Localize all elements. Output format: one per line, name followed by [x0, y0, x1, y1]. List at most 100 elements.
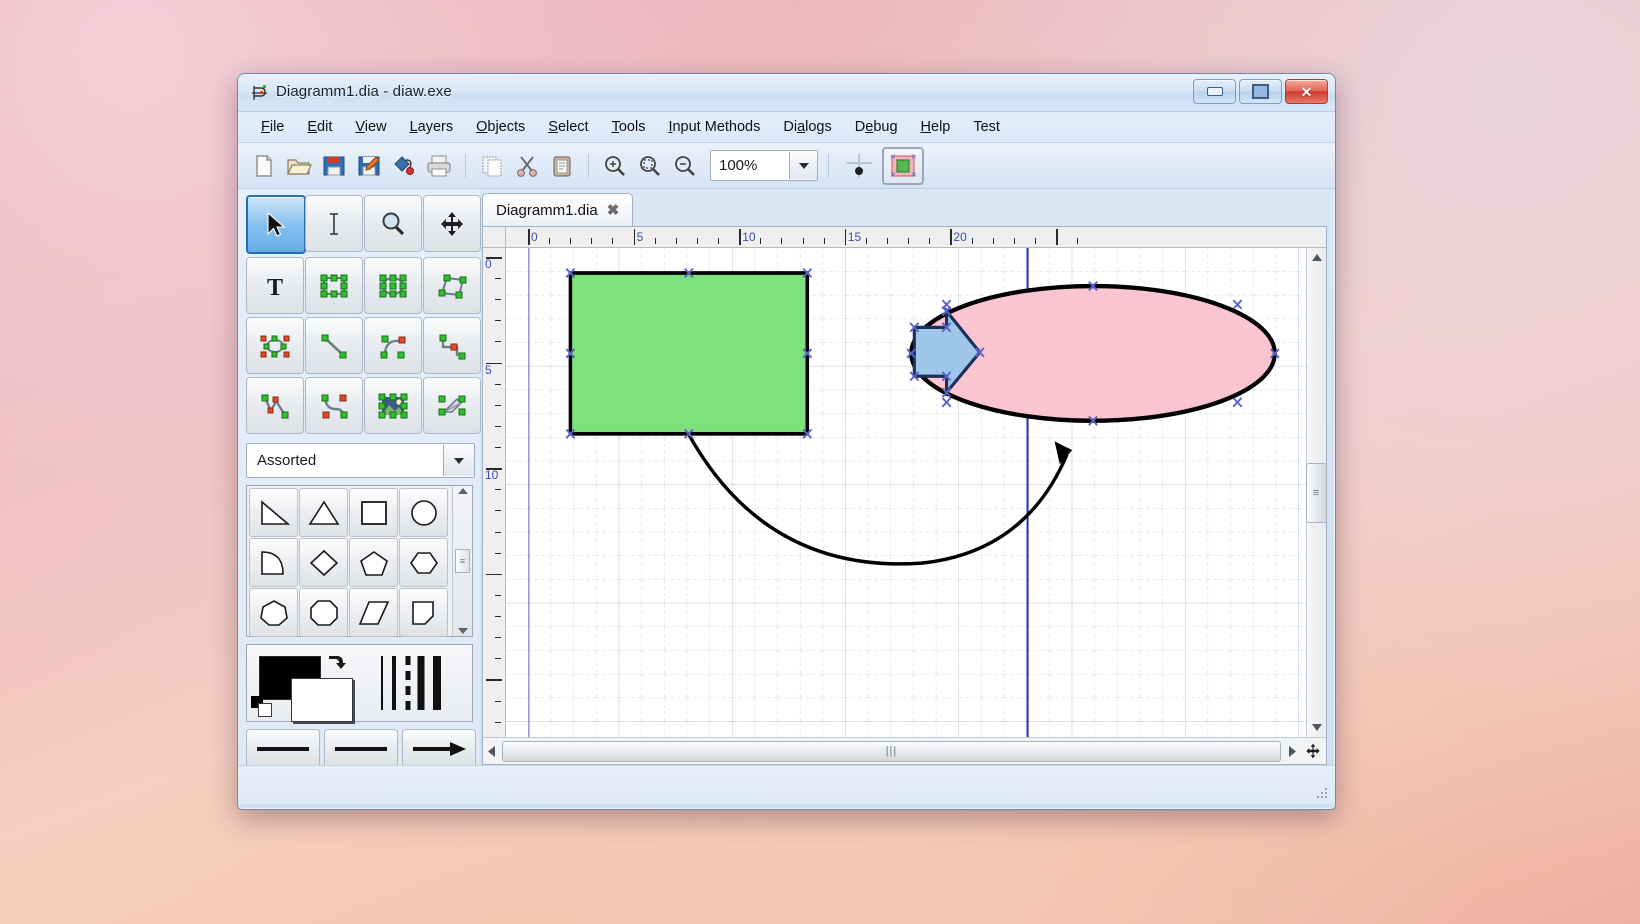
ruler-tick	[781, 238, 783, 244]
scroll-down-icon[interactable]	[457, 628, 468, 634]
text-edit-tool-button[interactable]	[305, 195, 363, 252]
background-color-swatch[interactable]	[291, 678, 353, 722]
zoom-dropdown-button[interactable]	[789, 152, 817, 179]
new-button[interactable]	[248, 150, 280, 182]
diamond-shape-button[interactable]	[299, 538, 348, 587]
horizontal-scroll-track[interactable]: |||	[502, 740, 1281, 762]
outline-tool-button[interactable]	[423, 377, 481, 434]
menu-item-tools[interactable]: Tools	[601, 115, 657, 139]
menu-item-dialogs[interactable]: Dialogs	[772, 115, 842, 139]
arrow-end-button[interactable]	[402, 729, 476, 769]
menu-item-view[interactable]: View	[344, 115, 397, 139]
swap-colors-icon[interactable]	[325, 650, 349, 670]
scroll-up-icon[interactable]	[457, 488, 468, 494]
export-button[interactable]	[388, 150, 420, 182]
menu-item-edit[interactable]: Edit	[296, 115, 343, 139]
snap-to-grid-button[interactable]	[839, 148, 879, 184]
triangle-up-icon	[1311, 254, 1322, 261]
scroll-tool-button[interactable]	[423, 195, 481, 252]
hexagon-shape-button[interactable]	[399, 538, 448, 587]
text-tool-button[interactable]: T	[246, 257, 304, 314]
menu-item-debug[interactable]: Debug	[844, 115, 909, 139]
horizontal-scrollbar[interactable]: |||	[483, 737, 1326, 764]
tab-diagramm1[interactable]: Diagramm1.dia ✖	[482, 193, 634, 226]
scroll-right-button[interactable]	[1283, 742, 1300, 761]
octagon-shape-button[interactable]	[299, 588, 348, 637]
close-button[interactable]: ✕	[1285, 79, 1328, 104]
save-as-button[interactable]	[353, 150, 385, 182]
zoom-value[interactable]: 100%	[711, 152, 789, 179]
scroll-up-button[interactable]	[1308, 248, 1325, 267]
save-button[interactable]	[318, 150, 350, 182]
pentagon-shape-button[interactable]	[349, 538, 398, 587]
beziergon-tool-button[interactable]	[246, 317, 304, 374]
modify-tool-button[interactable]	[246, 195, 306, 254]
vertical-scrollbar[interactable]: ≡	[1306, 248, 1327, 737]
pan-button[interactable]	[1300, 742, 1326, 760]
print-button[interactable]	[423, 150, 455, 182]
arc-tool-button[interactable]	[364, 317, 422, 374]
chevron-down-icon	[454, 457, 464, 464]
menu-item-input-methods[interactable]: Input Methods	[657, 115, 771, 139]
drawing-canvas[interactable]	[506, 248, 1306, 737]
scroll-left-button[interactable]	[483, 742, 500, 761]
zoom-in-button[interactable]	[599, 150, 631, 182]
horizontal-grip-icon: |||	[885, 745, 898, 757]
line-style-selector[interactable]	[377, 654, 449, 712]
polyline-tool-button[interactable]	[246, 377, 304, 434]
tab-close-icon[interactable]: ✖	[607, 201, 620, 219]
sheet-selected-value[interactable]: Assorted	[247, 452, 443, 469]
vertical-grip-icon: ≡	[1312, 486, 1321, 499]
sheet-combobox[interactable]: Assorted	[246, 443, 475, 478]
zoom-combobox[interactable]: 100%	[710, 150, 818, 181]
parallelogram-shape-button[interactable]	[349, 588, 398, 637]
sheet-dropdown-button[interactable]	[443, 445, 474, 476]
open-button[interactable]	[283, 150, 315, 182]
vertical-scroll-thumb[interactable]: ≡	[1306, 462, 1327, 523]
copy-icon	[482, 156, 502, 176]
shape-scroll-thumb[interactable]: ≡	[455, 549, 470, 573]
resize-grip-icon[interactable]	[1314, 785, 1328, 799]
menu-item-select[interactable]: Select	[537, 115, 599, 139]
menu-item-test[interactable]: Test	[962, 115, 1011, 139]
horizontal-scroll-thumb[interactable]: |||	[502, 740, 1281, 762]
zoom-out-button[interactable]	[669, 150, 701, 182]
right-triangle-shape-button[interactable]	[249, 488, 298, 537]
shape-palette-scrollbar[interactable]: ≡	[452, 486, 472, 636]
ruler-spacer	[1307, 227, 1326, 248]
line-tool-button[interactable]	[305, 317, 363, 374]
trapezoid-shape-button[interactable]	[399, 588, 448, 637]
zoom-fit-button[interactable]	[634, 150, 666, 182]
cut-button[interactable]	[511, 150, 543, 182]
menu-item-help[interactable]: Help	[910, 115, 962, 139]
image-tool-button[interactable]	[364, 377, 422, 434]
minimize-button[interactable]	[1193, 79, 1236, 104]
square-shape-button[interactable]	[349, 488, 398, 537]
document-panel: Diagramm1.dia ✖ 0 5 10 15 20 0 5 10 ≡ ||…	[480, 189, 1335, 765]
zigzagline-tool-button[interactable]	[423, 317, 481, 374]
quarter-circle-shape-button[interactable]	[249, 538, 298, 587]
paste-button[interactable]	[546, 150, 578, 182]
arrow-mid-button[interactable]	[324, 729, 398, 769]
maximize-button[interactable]	[1239, 79, 1282, 104]
menu-item-layers[interactable]: Layers	[399, 115, 465, 139]
copy-button[interactable]	[476, 150, 508, 182]
triangle-shape-button[interactable]	[299, 488, 348, 537]
ruler-tick	[802, 238, 804, 244]
bezierline-tool-button[interactable]	[305, 377, 363, 434]
ellipse-tool-button[interactable]	[364, 257, 422, 314]
magnify-tool-button[interactable]	[364, 195, 422, 252]
scroll-down-button[interactable]	[1308, 718, 1325, 737]
menu-item-objects[interactable]: Objects	[465, 115, 536, 139]
box-tool-button[interactable]	[305, 257, 363, 314]
arrow-start-button[interactable]	[246, 729, 320, 769]
circle-shape-button[interactable]	[399, 488, 448, 537]
menu-item-file[interactable]: File	[250, 115, 295, 139]
cursor-arrow-icon	[267, 211, 286, 237]
reset-colors-bg[interactable]	[258, 703, 272, 717]
heptagon-shape-button[interactable]	[249, 588, 298, 637]
svg-text:✕: ✕	[911, 154, 917, 161]
polygon-tool-button[interactable]	[423, 257, 481, 314]
toolbar-separator-2	[588, 153, 589, 178]
snap-to-objects-button[interactable]: ✕ ✕ ✕ ✕	[882, 146, 924, 185]
